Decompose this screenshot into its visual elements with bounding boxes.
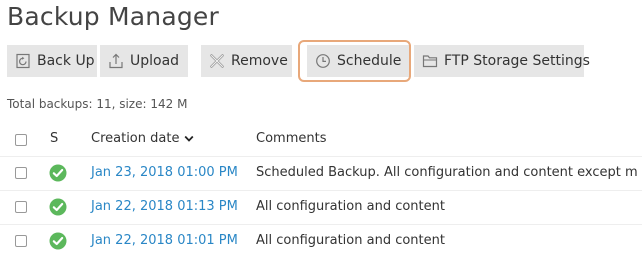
ftp-storage-settings-label: FTP Storage Settings — [444, 53, 590, 69]
column-header-comments[interactable]: Comments — [256, 131, 326, 146]
column-header-status[interactable]: S — [50, 131, 58, 146]
remove-label: Remove — [231, 53, 288, 69]
chevron-down-icon — [185, 135, 194, 142]
select-all-checkbox[interactable] — [15, 134, 27, 146]
schedule-button[interactable]: Schedule — [307, 45, 411, 77]
remove-button[interactable]: Remove — [201, 45, 292, 77]
creation-date-link[interactable]: Jan 23, 2018 01:00 PM — [91, 165, 238, 180]
row-divider — [0, 156, 642, 157]
upload-icon — [109, 53, 123, 69]
row-comment: Scheduled Backup. All configuration and … — [256, 165, 638, 180]
remove-icon — [210, 54, 224, 68]
column-header-creation-date[interactable]: Creation date — [91, 131, 194, 146]
creation-date-link[interactable]: Jan 22, 2018 01:01 PM — [91, 233, 238, 248]
page-title: Backup Manager — [7, 2, 219, 31]
row-checkbox[interactable] — [15, 167, 27, 179]
schedule-label: Schedule — [337, 53, 402, 69]
upload-button[interactable]: Upload — [100, 45, 188, 77]
row-divider — [0, 224, 642, 225]
clock-icon — [316, 54, 330, 68]
creation-date-label: Creation date — [91, 131, 180, 146]
row-checkbox[interactable] — [15, 235, 27, 247]
row-comment: All configuration and content — [256, 233, 445, 248]
backup-summary: Total backups: 11, size: 142 M — [7, 97, 188, 111]
row-comment: All configuration and content — [256, 199, 445, 214]
upload-label: Upload — [130, 53, 180, 69]
back-up-label: Back Up — [37, 53, 95, 69]
row-checkbox[interactable] — [15, 201, 27, 213]
ftp-storage-settings-button[interactable]: FTP Storage Settings — [414, 45, 590, 77]
check-circle-icon — [49, 198, 67, 216]
folder-icon — [422, 55, 438, 68]
check-circle-icon — [49, 164, 67, 182]
row-divider — [0, 190, 642, 191]
back-up-button[interactable]: Back Up — [7, 45, 97, 77]
creation-date-link[interactable]: Jan 22, 2018 01:13 PM — [91, 199, 238, 214]
backup-icon — [16, 53, 30, 69]
check-circle-icon — [49, 232, 67, 250]
